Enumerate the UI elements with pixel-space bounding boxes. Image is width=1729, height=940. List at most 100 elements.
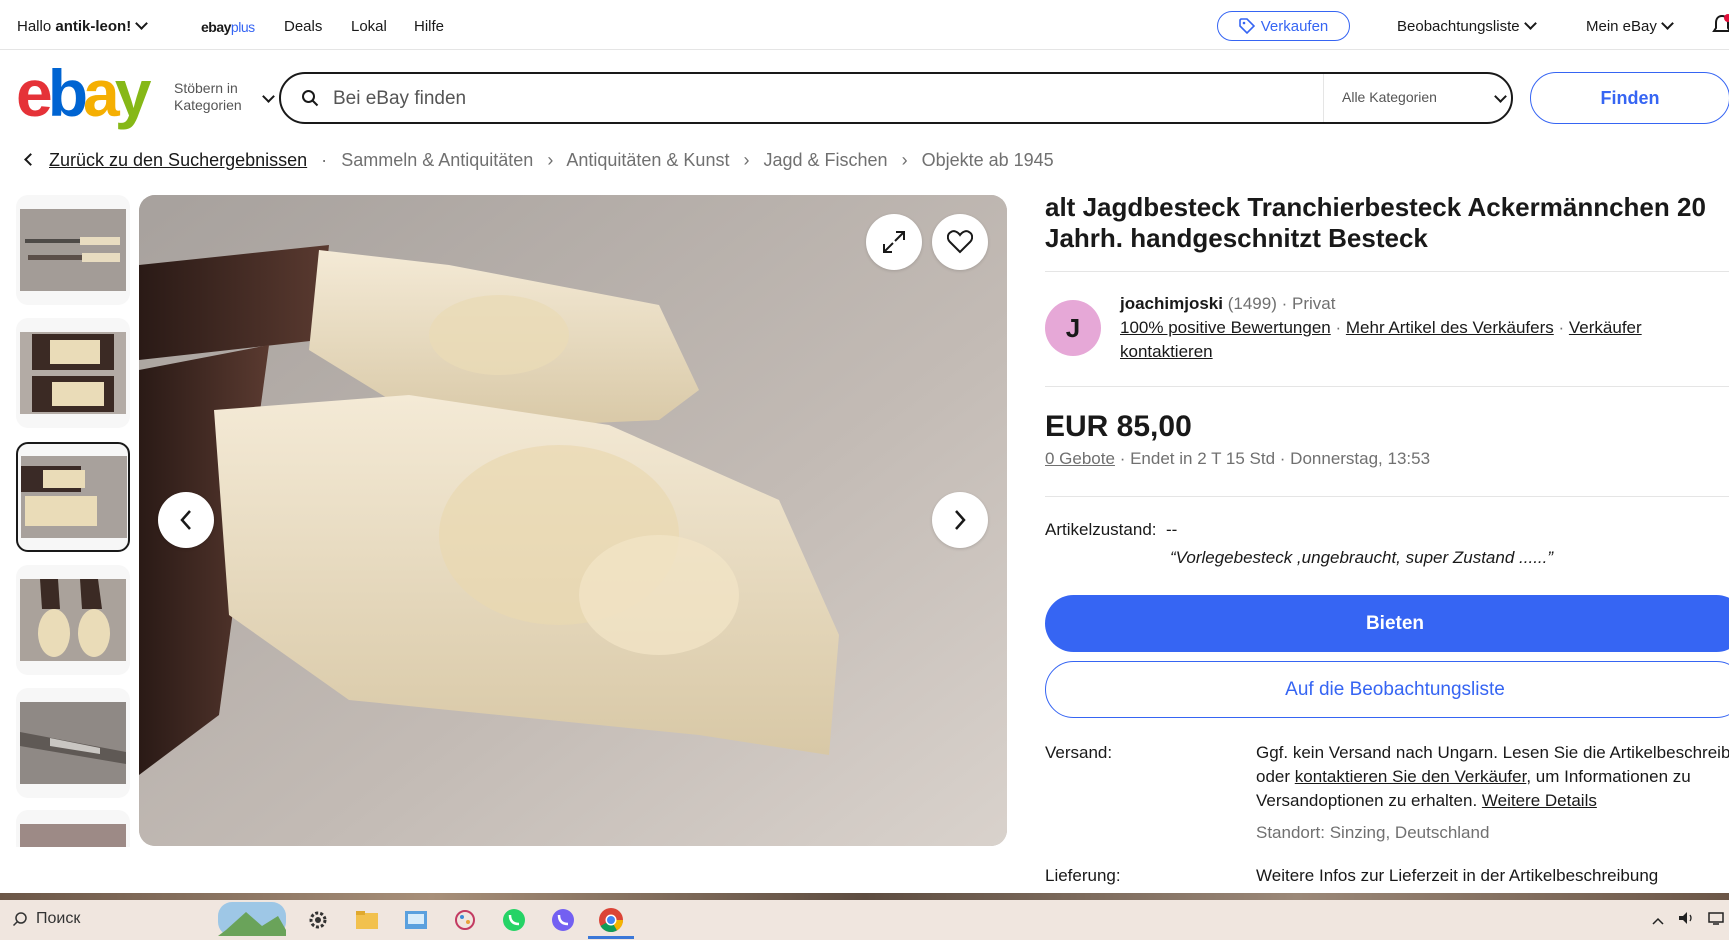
chevron-right-icon [955,510,966,530]
more-details-link[interactable]: Weitere Details [1482,791,1597,810]
shipping-label: Versand: [1045,743,1113,762]
bid-button[interactable]: Bieten [1045,595,1729,652]
thumbnail-image [20,332,126,414]
whatsapp-icon[interactable] [500,906,528,934]
nav-local[interactable]: Lokal [351,18,387,35]
main-product-image[interactable] [139,195,1007,846]
sell-button[interactable]: Verkaufen [1217,11,1350,41]
ebay-plus-a: ebay [201,19,231,35]
product-photo [139,195,1007,846]
avatar[interactable]: J [1045,300,1101,356]
wallpaper-strip [0,893,1729,900]
control-panel-icon[interactable] [402,906,430,934]
condition-label: Artikelzustand: [1045,520,1157,539]
thumbnail-image [20,579,126,661]
condition-quote: “Vorlegebesteck ,ungebraucht, super Zust… [1170,548,1554,567]
search-icon [12,912,27,927]
sell-label: Verkaufen [1260,17,1329,35]
breadcrumb-item[interactable]: Objekte ab 1945 [922,150,1054,170]
feedback-link[interactable]: 100% positive Bewertungen [1120,318,1331,337]
user-name: antik-leon! [55,18,132,35]
dot-separator: · [1281,294,1288,313]
viber-icon[interactable] [549,906,577,934]
watchlist-label: Beobachtungsliste [1397,18,1520,35]
browse-categories[interactable]: Stöbern in Kategorien [174,80,275,114]
taskbar-search[interactable]: Поиск [12,910,80,928]
paint-app-icon[interactable] [451,906,479,934]
divider [1045,496,1729,497]
file-explorer-icon[interactable] [353,906,381,934]
thumbnail-image [20,702,126,784]
delivery-label: Lieferung: [1045,866,1121,885]
find-button[interactable]: Finden [1530,72,1729,124]
taskbar: Поиск [0,893,1729,940]
breadcrumb-separator: · [321,150,328,170]
back-to-results-link[interactable]: Zurück zu den Suchergebnissen [49,150,307,170]
add-to-watchlist-button[interactable]: Auf die Beobachtungsliste [1045,661,1729,718]
chrome-icon[interactable] [597,906,625,934]
thumbnail-image [20,209,126,291]
dot-separator: · [1335,318,1342,337]
chevron-left-icon [180,510,191,530]
thumbnail[interactable] [16,318,130,428]
breadcrumb-item[interactable]: Antiquitäten & Kunst [566,150,729,170]
seller-name[interactable]: joachimjoski [1120,294,1223,313]
thumbnail-strip [16,195,132,847]
contact-seller-shipping-link[interactable]: kontaktieren Sie den Verkäufer [1295,767,1527,786]
chevron-down-icon [1494,90,1507,103]
more-items-link[interactable]: Mehr Artikel des Verkäufers [1346,318,1554,337]
end-countdown: Endet in 2 T 15 Std [1130,449,1276,468]
thumbnail[interactable] [16,195,130,305]
chevron-down-icon [262,90,275,103]
ebay-plus-link[interactable]: ebayplus [201,19,255,35]
seller-type: Privat [1292,294,1336,313]
network-icon [1708,912,1724,925]
category-label: Alle Kategorien [1342,89,1437,105]
watchlist-menu[interactable]: Beobachtungsliste [1397,17,1537,35]
chevron-left-icon [24,153,37,166]
thumbnail-image [21,456,127,538]
thumbnail[interactable] [16,688,130,798]
dot-separator: · [1279,449,1286,468]
bell-icon[interactable] [1712,14,1729,36]
next-image-button[interactable] [932,492,988,548]
settings-gear-icon[interactable] [304,906,332,934]
divider [1045,386,1729,387]
logo-a: a [83,56,120,130]
browse-line2: Kategorien [174,97,242,113]
expand-button[interactable] [866,214,922,270]
ebay-logo[interactable]: ebay [16,60,151,126]
browse-line1: Stöbern in [174,80,238,96]
thumbnail-selected[interactable] [16,442,130,552]
tag-icon [1238,18,1255,34]
watch-heart-button[interactable] [932,214,988,270]
system-tray[interactable] [1652,911,1724,928]
chevron-down-icon [135,17,149,30]
end-time: Donnerstag, 13:53 [1290,449,1431,468]
search-icon [302,90,319,107]
breadcrumb-item[interactable]: Sammeln & Antiquitäten [341,150,533,170]
thumbnail-image [20,824,126,847]
condition: Artikelzustand: -- [1045,520,1177,540]
thumbnail[interactable] [16,810,130,847]
breadcrumb: Zurück zu den Suchergebnissen · Sammeln … [20,150,1054,171]
breadcrumb-separator: › [547,150,554,170]
nav-help[interactable]: Hilfe [414,18,444,35]
prev-image-button[interactable] [158,492,214,548]
nav-deals[interactable]: Deals [284,18,322,35]
logo-e: e [16,56,53,130]
item-location: Standort: Sinzing, Deutschland [1256,823,1490,842]
weather-widget-icon[interactable] [218,902,286,936]
category-select[interactable]: Alle Kategorien [1323,74,1514,122]
greeting[interactable]: Hallo antik-leon! [17,17,149,35]
expand-icon [883,231,905,253]
bid-info: 0 Gebote · Endet in 2 T 15 Std · Donners… [1045,449,1430,469]
thumbnail[interactable] [16,565,130,675]
my-ebay-menu[interactable]: Mein eBay [1586,17,1674,35]
bids-link[interactable]: 0 Gebote [1045,449,1115,468]
heart-icon [947,230,973,254]
search-input[interactable]: Bei eBay finden [333,88,466,110]
breadcrumb-item[interactable]: Jagd & Fischen [763,150,887,170]
ebay-plus-b: plus [230,19,255,35]
dot-separator: · [1558,318,1565,337]
